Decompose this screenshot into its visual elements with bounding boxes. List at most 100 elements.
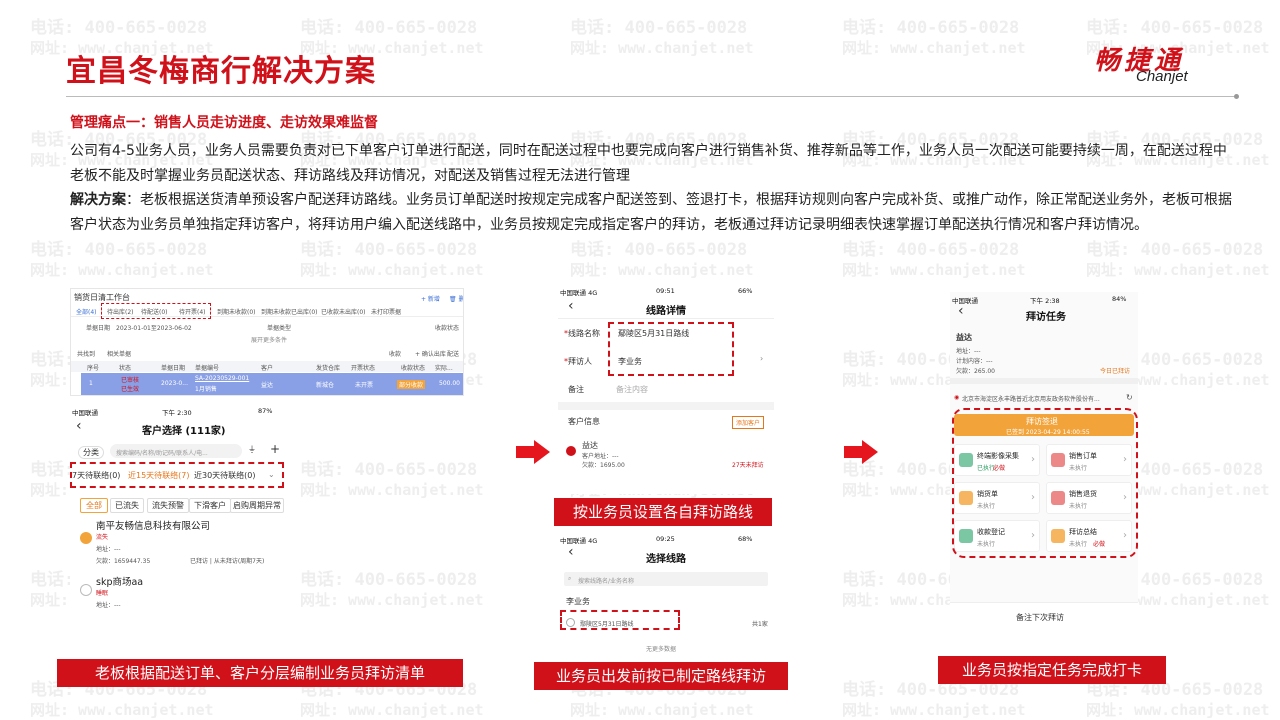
add-button[interactable]: + 新增 [421, 294, 440, 303]
row-code[interactable]: SA-20230529-001 [195, 375, 249, 382]
receipt-button[interactable]: 收款 [389, 349, 401, 358]
col-customer: 客户 [261, 365, 274, 372]
workbench-screenshot: 销货日清工作台 + 新增 🗑 删除 全部(4) 待出库(2) 待配送(0) 待开… [70, 288, 464, 396]
visitor-label: *拜访人 [564, 357, 592, 366]
range-highlight [70, 462, 284, 488]
result-count: 共找到 [77, 351, 96, 358]
delivery-button[interactable]: 配送 [447, 349, 459, 358]
description-block: 公司有4-5业务人员，业务人员需要负责对已下单客户订单进行配送，同时在配送过程中… [70, 139, 1240, 237]
chevron-right-icon: › [760, 354, 764, 363]
screen-title: 选择线路 [646, 554, 686, 565]
search-icon: ⌕ [568, 575, 572, 582]
col-receipt: 收款状态 [401, 365, 426, 372]
search-placeholder: 搜索编码/名称/助记码/联系人/电... [116, 450, 208, 457]
back-chevron-icon[interactable]: ‹ [568, 298, 574, 314]
customer-address: 地址：--- [96, 546, 121, 553]
delete-button[interactable]: 🗑 删除 [449, 294, 463, 303]
workbench-title: 销货日清工作台 [74, 293, 130, 302]
chip-lost-warning[interactable]: 流失预警 [147, 498, 189, 513]
screen-title: 线路详情 [646, 306, 686, 317]
filter-date-label: 单据日期 [86, 325, 111, 332]
caption-middle-top: 按业务员设置各自拜访路线 [554, 498, 772, 526]
remove-customer-icon[interactable] [566, 446, 576, 456]
status-carrier: 中国联通 4G [560, 537, 598, 545]
row-status-1: 已审核 [121, 377, 140, 384]
next-visit-note[interactable]: 备注下次拜访 [1016, 612, 1064, 623]
status-battery: 87% [258, 407, 273, 415]
plan-content: 计划内容：--- [956, 358, 993, 365]
customer-address: 客户地址：--- [582, 453, 619, 460]
tab-due-unpaid[interactable]: 到期未收款(0) [217, 307, 256, 316]
back-chevron-icon[interactable]: ‹ [958, 303, 964, 319]
status-time: 下午 2:30 [162, 409, 192, 417]
route-count: 共1家 [752, 621, 768, 628]
related-docs: 相关单据 [107, 351, 132, 358]
status-battery: 68% [738, 535, 753, 543]
back-chevron-icon[interactable]: ‹ [76, 418, 82, 434]
location-text: 北京市海淀区永丰路普近北京用友政务软件股份有... [962, 396, 1100, 403]
header-divider [66, 96, 1238, 97]
chip-declining[interactable]: 下滑客户 [189, 498, 231, 513]
filter-date-value[interactable]: 2023-01-01至2023-06-02 [116, 323, 192, 332]
refresh-icon[interactable]: ↻ [1126, 393, 1133, 402]
customer-address: 地址：--- [96, 602, 121, 609]
watermark-text: 电话: 400-665-0028网址: www.chanjet.net [30, 240, 214, 279]
checkbox-icon[interactable] [80, 584, 92, 596]
row-invoice: 未开票 [355, 382, 374, 389]
checkbox-icon[interactable] [80, 532, 92, 544]
location-icon: ◉ [954, 394, 960, 401]
filter-more-label: 收款状态 [435, 325, 460, 332]
search-placeholder: 搜索线路名/业务名称 [578, 578, 635, 585]
tab-paid-not-out[interactable]: 已收款未出库(0) [321, 307, 366, 316]
tab-highlight [101, 303, 211, 319]
caption-middle-bottom: 业务员出发前按已制定路线拜访 [534, 662, 788, 690]
customer-address: 地址：--- [956, 348, 981, 355]
add-customer-button[interactable]: 添加客户 [732, 416, 765, 429]
watermark-text: 电话: 400-665-0028网址: www.chanjet.net [570, 18, 754, 57]
customer-debt: 欠款：1695.00 [582, 462, 625, 469]
row-receipt: 部分收款 [397, 380, 426, 389]
category-button[interactable]: 分类 [78, 446, 104, 459]
status-carrier: 中国联通 [952, 297, 978, 305]
customer-name: 南平友畅信息科技有限公司 [96, 521, 211, 532]
expand-filter-link[interactable]: 展开更多条件 [251, 335, 287, 344]
status-battery: 84% [1112, 295, 1127, 303]
customer-name: skp商场aa [96, 577, 144, 588]
chanjet-logo: 畅捷通 Chanjet [1092, 42, 1230, 90]
back-chevron-icon[interactable]: ‹ [568, 544, 574, 560]
watermark-text: 电话: 400-665-0028网址: www.chanjet.net [1086, 680, 1270, 719]
chip-lost[interactable]: 已流失 [110, 498, 144, 513]
confirm-out-button[interactable]: + 确认出库 [415, 349, 446, 358]
status-carrier: 中国联通 [72, 409, 98, 417]
watermark-text: 电话: 400-665-0028网址: www.chanjet.net [300, 460, 484, 499]
chip-cycle-abnormal[interactable]: 启购周期异常 [230, 498, 284, 513]
note-input[interactable]: 备注内容 [616, 384, 648, 395]
col-invoice: 开票状态 [351, 365, 376, 372]
route-name-label: *线路名称 [564, 329, 600, 338]
watermark-text: 电话: 400-665-0028网址: www.chanjet.net [300, 570, 484, 609]
solution-text: ：老板根据送货清单预设客户配送拜访路线。业务员订单配送时按规定完成客户配送签到、… [70, 192, 1232, 233]
chip-all[interactable]: 全部 [80, 498, 108, 513]
customer-visit: 已拜访 | 从未拜访(周期7天) [190, 558, 265, 565]
tab-unprinted[interactable]: 未打印票据 [371, 307, 401, 316]
today-visited: 今日已拜访 [1100, 368, 1131, 375]
watermark-text: 电话: 400-665-0028网址: www.chanjet.net [842, 680, 1026, 719]
customer-select-screenshot: 中国联通 下午 2:30 87% ‹ 客户选择 (111家) 分类 搜索编码/名… [70, 404, 284, 610]
status-battery: 66% [738, 287, 753, 295]
screen-title: 客户选择 (111家) [142, 426, 226, 437]
customer-name: 益达 [956, 333, 972, 342]
filter-icon[interactable]: ⏚ [248, 444, 256, 455]
right-arrow-icon [844, 440, 878, 464]
route-select-screenshot: 中国联通 4G 09:25 68% ‹ 选择线路 搜索线路名/业务名称 ⌕ 李业… [558, 532, 774, 656]
row-status-2: 已生效 [121, 386, 140, 393]
logo-en-text: Chanjet [1136, 68, 1188, 85]
task-highlight [952, 408, 1138, 558]
tab-due-unpaid-out[interactable]: 到期未收款已出库(0) [261, 307, 318, 316]
page-title: 宜昌冬梅商行解决方案 [66, 54, 376, 89]
tab-all[interactable]: 全部(4) [76, 307, 97, 316]
row-warehouse: 新城仓 [316, 382, 335, 389]
watermark-text: 电话: 400-665-0028网址: www.chanjet.net [842, 18, 1026, 57]
add-icon[interactable]: + [270, 442, 280, 456]
row-date: 2023-0... [161, 380, 188, 387]
watermark-text: 电话: 400-665-0028网址: www.chanjet.net [300, 240, 484, 279]
